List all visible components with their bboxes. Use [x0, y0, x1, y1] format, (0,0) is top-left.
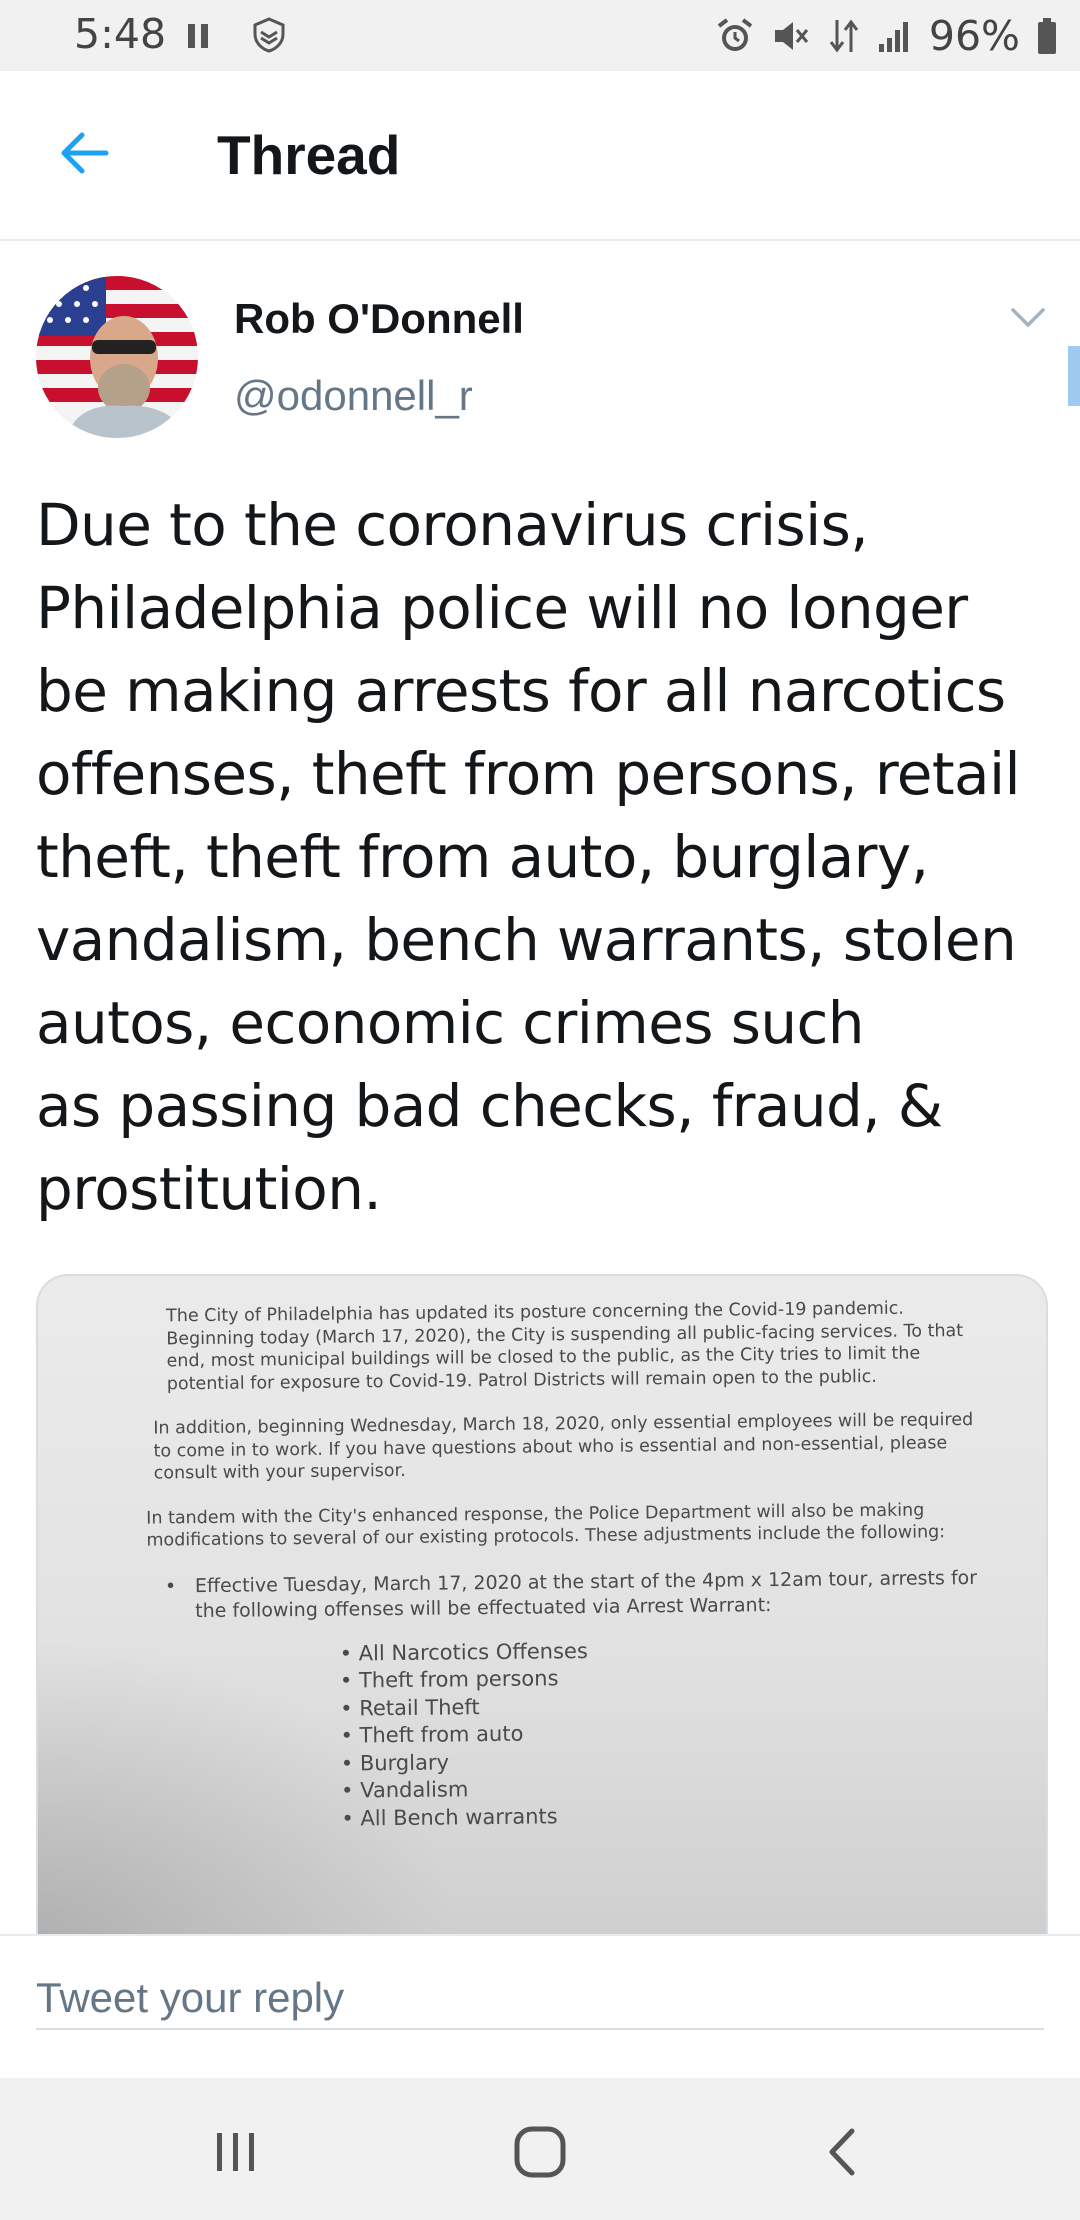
chevron-down-icon: [1011, 308, 1045, 328]
more-options-button[interactable]: [1010, 306, 1046, 335]
system-back-button[interactable]: [810, 2120, 874, 2184]
back-button[interactable]: [52, 121, 116, 185]
doc-bullet: Effective Tuesday, March 17, 2020 at the…: [165, 1565, 991, 1624]
shield-icon: [250, 16, 288, 54]
author-handle[interactable]: @odonnell_r: [234, 372, 473, 420]
arrow-left-icon: [61, 132, 109, 174]
doc-paragraph: The City of Philadelphia has updated its…: [166, 1298, 964, 1394]
doc-paragraph: In addition, beginning Wednesday, March …: [153, 1409, 974, 1484]
data-icon: [827, 16, 861, 56]
offense-list: All Narcotics Offenses Theft from person…: [112, 1633, 994, 1835]
pause-icon: [188, 24, 210, 48]
mute-icon: [771, 16, 811, 56]
tweet-text: Due to the coronavirus crisis, Philadelp…: [36, 491, 1021, 1223]
alarm-icon: [715, 16, 755, 56]
doc-paragraph: In tandem with the City's enhanced respo…: [146, 1499, 946, 1551]
recents-button[interactable]: [204, 2120, 268, 2184]
home-icon: [514, 2126, 566, 2178]
scrollbar-thumb[interactable]: [1068, 346, 1080, 406]
status-bar: 5:48 96%: [0, 0, 1080, 71]
reply-bar: [0, 1934, 1080, 2080]
avatar[interactable]: [36, 276, 198, 438]
recents-icon: [217, 2133, 254, 2171]
home-button[interactable]: [508, 2120, 572, 2184]
document-photo: The City of Philadelphia has updated its…: [108, 1297, 993, 1835]
app-header: Thread: [0, 71, 1080, 241]
status-icons: 96%: [715, 12, 1058, 60]
page-title: Thread: [217, 124, 401, 186]
reply-input[interactable]: [36, 1968, 1044, 2030]
battery-icon: [1036, 16, 1058, 56]
battery-percent: 96%: [928, 12, 1020, 60]
system-nav-bar: [0, 2078, 1080, 2220]
tweet-media-image[interactable]: The City of Philadelphia has updated its…: [36, 1274, 1048, 1936]
back-icon: [829, 2128, 855, 2176]
status-time: 5:48: [74, 10, 167, 58]
author-name[interactable]: Rob O'Donnell: [234, 295, 524, 343]
offense-item: All Bench warrants: [341, 1798, 993, 1832]
signal-icon: [877, 16, 913, 56]
